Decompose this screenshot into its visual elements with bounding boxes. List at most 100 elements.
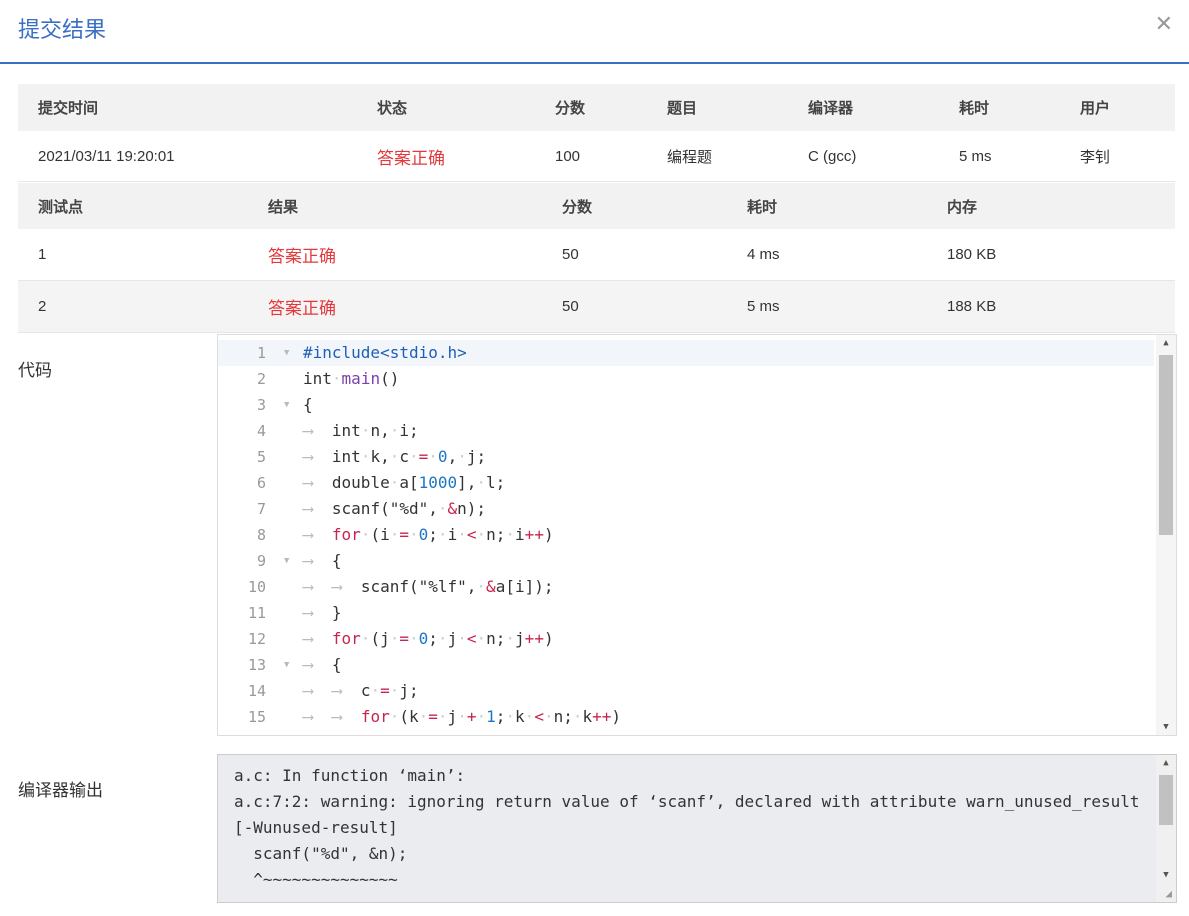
code-line: 12 ⟶ for·(j·=·0;·j·<·n;·j++) <box>218 626 1154 652</box>
output-line: a.c:7:2: warning: ignoring return value … <box>234 792 1140 811</box>
header-memory: 内存 <box>947 198 978 216</box>
test-point: 2 <box>38 298 47 315</box>
header-test-time: 耗时 <box>747 198 778 216</box>
score: 100 <box>555 147 581 165</box>
compiler-output-textarea[interactable]: a.c: In function ‘main’: a.c:7:2: warnin… <box>217 754 1177 903</box>
time-used: 5 ms <box>959 147 992 165</box>
summary-table: 提交时间 状态 分数 题目 编译器 耗时 用户 2021/03/11 19:20… <box>18 84 1175 182</box>
code-line: 9 ▼ ⟶ { <box>218 548 1154 574</box>
output-line: ^~~~~~~~~~~~~~~ <box>234 870 398 889</box>
test-result: 答案正确 <box>268 247 336 266</box>
resize-grip-icon[interactable]: ◢ <box>1165 887 1172 900</box>
code-text: ⟶ { <box>303 551 342 570</box>
user: 李钊 <box>1080 148 1111 166</box>
code-text: #include<stdio.h> <box>303 343 467 362</box>
code-text: ⟶ for·(j·=·0;·j·<·n;·j++) <box>303 629 554 648</box>
code-line: 15 ⟶ ⟶ for·(k·=·j·+·1;·k·<·n;·k++) <box>218 704 1154 730</box>
dialog-title: 提交结果 <box>18 17 107 42</box>
code-text: ⟶ for·(i·=·0;·i·<·n;·i++) <box>303 525 554 544</box>
header-problem: 题目 <box>667 100 698 117</box>
table-row: 2 答案正确 50 5 ms 188 KB <box>18 281 1175 333</box>
line-number: 8 <box>256 526 266 544</box>
scrollbar-thumb[interactable] <box>1159 355 1173 535</box>
test-score: 50 <box>562 246 579 263</box>
header-time: 耗时 <box>959 100 990 117</box>
code-editor[interactable]: 1 ▼ #include<stdio.h> 2 int·main() 3 ▼ {4 ⟶ int·… <box>217 334 1177 736</box>
code-line: 8 ⟶ for·(i·=·0;·i·<·n;·i++) <box>218 522 1154 548</box>
line-number: 4 <box>256 422 266 440</box>
line-number: 13 <box>247 656 266 674</box>
fold-arrow-icon[interactable]: ▼ <box>284 392 289 418</box>
line-number: 6 <box>256 474 266 492</box>
header-score: 分数 <box>555 100 586 117</box>
compiler: C (gcc) <box>808 147 857 165</box>
code-text: ⟶ ⟶ c·=·j; <box>303 681 419 700</box>
line-number: 9 <box>256 552 266 570</box>
code-text: ⟶ int·n,·i; <box>303 421 419 440</box>
output-line: a.c: In function ‘main’: <box>234 766 466 785</box>
dialog-header: 提交结果 ✕ <box>0 0 1189 64</box>
line-number: 7 <box>256 500 266 518</box>
code-line: 13 ▼ ⟶ { <box>218 652 1154 678</box>
code-line: 4 ⟶ int·n,·i; <box>218 418 1154 444</box>
line-number: 14 <box>247 682 266 700</box>
output-line: [-Wunused-result] <box>234 818 398 837</box>
line-number: 15 <box>247 708 266 726</box>
code-text: ⟶ { <box>303 655 342 674</box>
output-line: scanf("%d", &n); <box>234 844 408 863</box>
scrollbar-thumb[interactable] <box>1159 775 1173 825</box>
line-number: 5 <box>256 448 266 466</box>
status-badge: 答案正确 <box>377 148 445 168</box>
header-test-point: 测试点 <box>38 198 84 216</box>
test-time: 5 ms <box>747 298 780 315</box>
output-scrollbar[interactable]: ▲ ▼ ◢ <box>1156 755 1176 902</box>
code-line: 3 ▼ { <box>218 392 1154 418</box>
code-text: ⟶ double·a[1000],·l; <box>303 473 506 492</box>
submit-time: 2021/03/11 19:20:01 <box>38 147 175 165</box>
line-number: 2 <box>256 370 266 388</box>
code-text: int·main() <box>303 369 400 388</box>
problem: 编程题 <box>667 148 713 166</box>
scroll-up-icon[interactable]: ▲ <box>1156 338 1176 348</box>
fold-arrow-icon[interactable]: ▼ <box>284 548 289 574</box>
test-point: 1 <box>38 246 47 263</box>
test-table: 测试点 结果 分数 耗时 内存 1 答案正确 50 4 ms 180 KB 2 … <box>18 183 1175 334</box>
test-memory: 188 KB <box>947 298 997 315</box>
code-line: 2 int·main() <box>218 366 1154 392</box>
code-line: 14 ⟶ ⟶ c·=·j; <box>218 678 1154 704</box>
fold-arrow-icon[interactable]: ▼ <box>284 652 289 678</box>
header-user: 用户 <box>1080 100 1111 117</box>
line-number: 12 <box>247 630 266 648</box>
test-memory: 180 KB <box>947 246 997 263</box>
scroll-up-icon[interactable]: ▲ <box>1156 758 1176 768</box>
scroll-down-icon[interactable]: ▼ <box>1156 722 1176 732</box>
line-number: 10 <box>247 578 266 596</box>
header-test-score: 分数 <box>562 198 593 216</box>
header-result: 结果 <box>268 198 299 216</box>
code-text: ⟶ ⟶ for·(k·=·j·+·1;·k·<·n;·k++) <box>303 707 622 726</box>
summary-row: 2021/03/11 19:20:01 答案正确 100 编程题 C (gcc)… <box>18 131 1175 182</box>
line-number: 3 <box>256 396 266 414</box>
line-number: 1 <box>256 344 266 362</box>
code-line: 5 ⟶ int·k,·c·=·0,·j; <box>218 444 1154 470</box>
code-line: 1 ▼ #include<stdio.h> <box>218 340 1154 366</box>
test-header-row: 测试点 结果 分数 耗时 内存 <box>18 183 1175 229</box>
code-text: ⟶ int·k,·c·=·0,·j; <box>303 447 487 466</box>
line-number: 11 <box>247 604 266 622</box>
header-compiler: 编译器 <box>808 100 854 117</box>
header-status: 状态 <box>377 100 408 117</box>
fold-arrow-icon[interactable]: ▼ <box>284 340 289 366</box>
test-result: 答案正确 <box>268 299 336 318</box>
test-score: 50 <box>562 298 579 315</box>
summary-header-row: 提交时间 状态 分数 题目 编译器 耗时 用户 <box>18 84 1175 131</box>
code-scrollbar[interactable]: ▲ ▼ <box>1156 335 1176 735</box>
compiler-output-label: 编译器输出 <box>18 781 103 800</box>
close-icon[interactable]: ✕ <box>1155 10 1173 38</box>
code-text: { <box>303 395 313 414</box>
code-line: 7 ⟶ scanf("%d",·&n); <box>218 496 1154 522</box>
test-time: 4 ms <box>747 246 780 263</box>
code-line: 6 ⟶ double·a[1000],·l; <box>218 470 1154 496</box>
code-label: 代码 <box>18 361 52 380</box>
table-row: 1 答案正确 50 4 ms 180 KB <box>18 229 1175 281</box>
scroll-down-icon[interactable]: ▼ <box>1156 870 1176 880</box>
